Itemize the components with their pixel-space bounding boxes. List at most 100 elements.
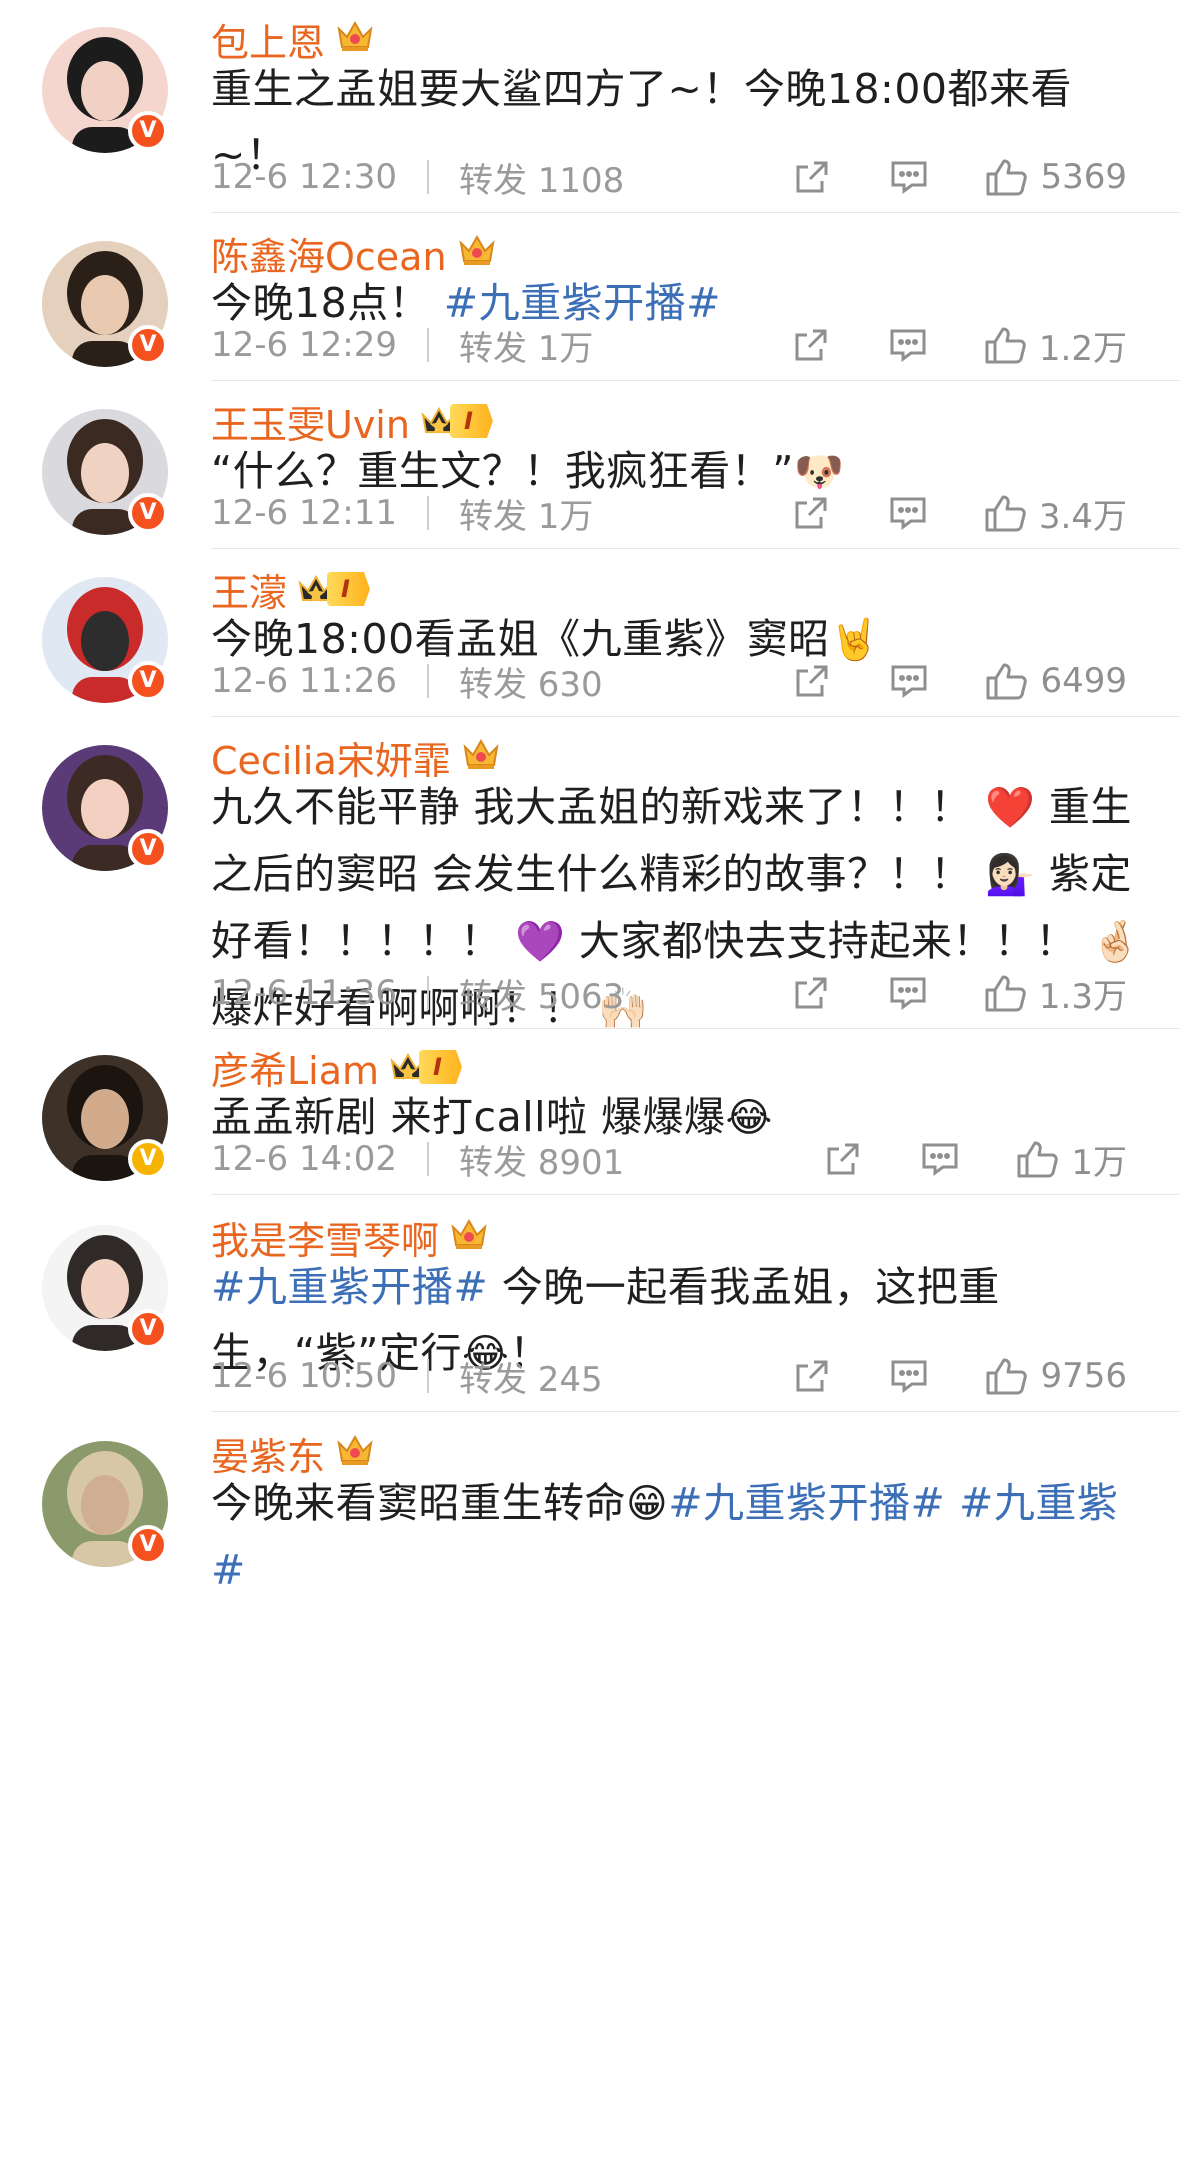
share-icon[interactable] [793, 327, 829, 363]
emoji-icon: 💁🏻‍♀️ [985, 852, 1036, 898]
verified-icon: V [128, 1309, 168, 1349]
crown-icon [335, 17, 375, 62]
level-badge-icon: I [420, 404, 493, 438]
like-button[interactable]: 1万 [1015, 1135, 1127, 1184]
action-bar: 5369 [794, 147, 1127, 207]
verified-icon: V [128, 1139, 168, 1179]
comment-meta: 12-6 12:29 转发 1万 1.2万 [211, 315, 1141, 375]
comment-icon[interactable] [921, 1142, 959, 1176]
action-bar: 3.4万 [793, 483, 1127, 543]
timestamp: 12-6 12:11 [211, 493, 397, 533]
comment-divider [211, 212, 1179, 213]
hashtag-link[interactable]: #九重紫开播# [211, 1263, 488, 1311]
like-icon [984, 157, 1028, 197]
crown-icon [449, 1215, 489, 1260]
like-icon [983, 325, 1027, 365]
like-count: 3.4万 [1038, 496, 1127, 537]
like-icon [983, 973, 1027, 1013]
verified-icon: V [128, 661, 168, 701]
comment-icon[interactable] [890, 160, 928, 194]
comment-meta: 12-6 12:11 转发 1万 3.4万 [211, 483, 1141, 543]
divider [426, 1142, 429, 1176]
comment-meta: 12-6 14:02 转发 8901 1万 [211, 1129, 1141, 1189]
like-count: 1.3万 [1038, 976, 1127, 1017]
like-icon [1015, 1139, 1059, 1179]
comment-meta: 12-6 10:50 转发 245 9756 [211, 1346, 1141, 1406]
repost-count[interactable]: 转发 1108 [459, 153, 624, 202]
share-icon[interactable] [794, 1358, 830, 1394]
level-badge-icon: I [297, 572, 370, 606]
action-bar: 1.2万 [793, 315, 1127, 375]
verified-icon: V [128, 829, 168, 869]
comment-icon[interactable] [889, 976, 927, 1010]
comment-icon[interactable] [890, 1359, 928, 1393]
timestamp: 12-6 11:26 [211, 661, 397, 701]
repost-count[interactable]: 转发 1万 [459, 489, 593, 538]
verified-icon: V [128, 111, 168, 151]
crown-icon [335, 1431, 375, 1476]
share-icon[interactable] [825, 1141, 861, 1177]
like-count: 9756 [1040, 1356, 1127, 1396]
like-count: 1.2万 [1038, 328, 1127, 369]
text-segment: 今晚来看窦昭重生转命 [211, 1479, 626, 1527]
crown-icon [457, 231, 497, 276]
divider [426, 664, 429, 698]
repost-count[interactable]: 转发 1万 [459, 321, 593, 370]
repost-count[interactable]: 转发 245 [459, 1352, 603, 1401]
comment-meta: 12-6 12:30 转发 1108 5369 [211, 147, 1141, 207]
action-bar: 1.3万 [793, 963, 1127, 1023]
hashtag-link[interactable]: #九重紫开播# [668, 1479, 945, 1527]
text-segment: 九久不能平静 我大孟姐的新戏来了！！！ [211, 783, 986, 831]
repost-count[interactable]: 转发 5063 [459, 969, 624, 1018]
like-button[interactable]: 5369 [984, 157, 1127, 197]
comment-text: 今晚来看窦昭重生转命😁#九重紫开播# #九重紫# [211, 1470, 1141, 1603]
like-button[interactable]: 1.3万 [983, 969, 1127, 1018]
like-button[interactable]: 3.4万 [983, 489, 1127, 538]
level-label: I [419, 1050, 462, 1084]
comment-meta: 12-6 11:26 转发 630 6499 [211, 651, 1141, 711]
divider [426, 496, 429, 530]
like-button[interactable]: 9756 [984, 1356, 1127, 1396]
comment-icon[interactable] [889, 496, 927, 530]
comment-icon[interactable] [890, 664, 928, 698]
timestamp: 12-6 12:29 [211, 325, 397, 365]
divider [426, 160, 429, 194]
repost-count[interactable]: 转发 8901 [459, 1135, 624, 1184]
share-icon[interactable] [794, 159, 830, 195]
like-count: 6499 [1040, 661, 1127, 701]
action-bar: 1万 [825, 1129, 1127, 1189]
share-icon[interactable] [793, 495, 829, 531]
share-icon[interactable] [793, 975, 829, 1011]
verified-icon: V [128, 325, 168, 365]
verified-icon: V [128, 1525, 168, 1565]
like-count: 5369 [1040, 157, 1127, 197]
comment-icon[interactable] [889, 328, 927, 362]
like-button[interactable]: 1.2万 [983, 321, 1127, 370]
comment-meta: 12-6 11:36 转发 5063 1.3万 [211, 963, 1141, 1023]
timestamp: 12-6 10:50 [211, 1356, 397, 1396]
repost-count[interactable]: 转发 630 [459, 657, 603, 706]
verified-icon: V [128, 493, 168, 533]
like-count: 1万 [1071, 1142, 1127, 1183]
like-icon [984, 1356, 1028, 1396]
like-icon [983, 493, 1027, 533]
comment-divider [211, 1028, 1179, 1029]
comment-divider [211, 716, 1179, 717]
comment-divider [211, 548, 1179, 549]
text-segment: 大家都快去支持起来！！！ [565, 917, 1091, 965]
timestamp: 12-6 11:36 [211, 973, 397, 1013]
comment-divider [211, 1194, 1179, 1195]
crown-icon [461, 735, 501, 780]
comment-divider [211, 1411, 1179, 1412]
action-bar: 9756 [794, 1346, 1127, 1406]
level-label: I [449, 404, 493, 438]
level-label: I [327, 572, 370, 606]
divider [426, 976, 429, 1010]
level-badge-icon: I [389, 1050, 462, 1084]
timestamp: 12-6 12:30 [211, 157, 397, 197]
divider [426, 1359, 429, 1393]
emoji-icon: ❤️ [985, 785, 1036, 831]
share-icon[interactable] [794, 663, 830, 699]
divider [426, 328, 429, 362]
like-button[interactable]: 6499 [984, 661, 1127, 701]
